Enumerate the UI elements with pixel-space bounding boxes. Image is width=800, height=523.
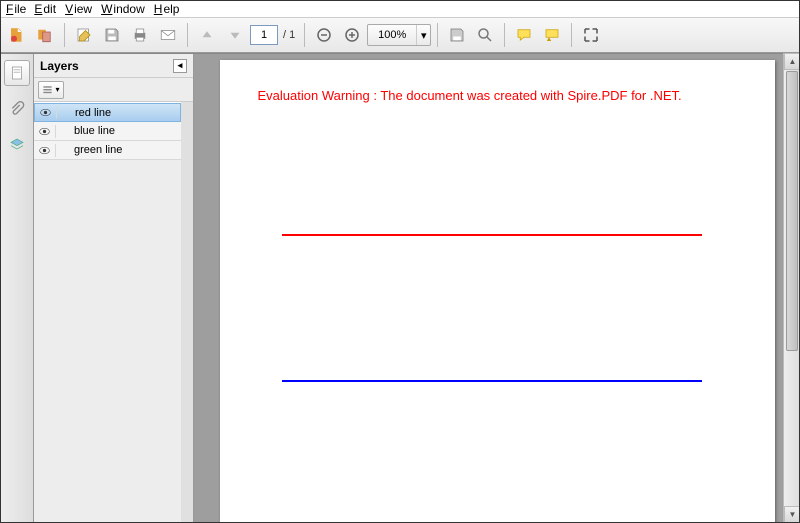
edit-button[interactable] xyxy=(71,22,97,48)
layer-item[interactable]: green line xyxy=(34,141,181,160)
layer-item[interactable]: blue line xyxy=(34,122,181,141)
page-number-input[interactable] xyxy=(250,25,278,45)
evaluation-warning: Evaluation Warning : The document was cr… xyxy=(258,88,682,103)
layer-name: blue line xyxy=(56,125,115,137)
main-toolbar: / 1 ▾ xyxy=(0,18,800,53)
pdf-page: Evaluation Warning : The document was cr… xyxy=(220,60,775,523)
comment-button[interactable] xyxy=(511,22,537,48)
page-down-button[interactable] xyxy=(222,22,248,48)
scroll-up-arrow[interactable]: ▲ xyxy=(784,53,800,70)
layer-name: green line xyxy=(56,144,122,156)
scrollbar-thumb[interactable] xyxy=(786,71,798,351)
zoom-in-button[interactable] xyxy=(339,22,365,48)
document-line xyxy=(282,234,702,236)
email-button[interactable] xyxy=(155,22,181,48)
layers-tab[interactable] xyxy=(4,132,30,158)
layer-list-scrollbar[interactable] xyxy=(181,102,193,523)
visibility-icon[interactable] xyxy=(34,144,56,157)
save-copy-button[interactable] xyxy=(444,22,470,48)
create-pdf-button[interactable] xyxy=(4,22,30,48)
zoom-input[interactable] xyxy=(368,25,416,45)
workspace: Layers ◂ ▾ red line blue line green line E… xyxy=(0,53,800,523)
layer-options-button[interactable]: ▾ xyxy=(38,81,64,99)
zoom-dropdown-icon[interactable]: ▾ xyxy=(416,25,430,45)
menu-window[interactable]: Window xyxy=(97,1,150,17)
panel-title: Layers xyxy=(40,59,79,73)
fullscreen-button[interactable] xyxy=(578,22,604,48)
attachments-tab[interactable] xyxy=(4,96,30,122)
menu-view[interactable]: View xyxy=(61,1,97,17)
menu-edit[interactable]: Edit xyxy=(30,1,61,17)
page-up-button[interactable] xyxy=(194,22,220,48)
panel-collapse-button[interactable]: ◂ xyxy=(173,59,187,73)
thumbnails-tab[interactable] xyxy=(4,60,30,86)
menu-file[interactable]: File xyxy=(2,1,30,17)
document-viewer[interactable]: Evaluation Warning : The document was cr… xyxy=(194,54,800,523)
menu-help[interactable]: Help xyxy=(150,1,185,17)
menubar: File Edit View Window Help xyxy=(0,0,800,18)
scroll-down-arrow[interactable]: ▼ xyxy=(784,506,800,523)
vertical-scrollbar[interactable]: ▲ ▼ xyxy=(783,53,800,523)
visibility-icon[interactable] xyxy=(34,125,56,138)
zoom-out-button[interactable] xyxy=(311,22,337,48)
side-tabs xyxy=(0,54,34,523)
highlight-button[interactable] xyxy=(539,22,565,48)
save-button[interactable] xyxy=(99,22,125,48)
layer-list: red line blue line green line xyxy=(34,102,181,523)
layers-panel: Layers ◂ ▾ red line blue line green line xyxy=(34,54,194,523)
combine-button[interactable] xyxy=(32,22,58,48)
print-button[interactable] xyxy=(127,22,153,48)
layer-item[interactable]: red line xyxy=(34,103,181,122)
find-button[interactable] xyxy=(472,22,498,48)
document-line xyxy=(282,380,702,382)
page-total-label: / 1 xyxy=(280,29,298,41)
zoom-combo[interactable]: ▾ xyxy=(367,24,431,46)
visibility-icon[interactable] xyxy=(35,106,57,119)
layer-name: red line xyxy=(57,107,111,119)
